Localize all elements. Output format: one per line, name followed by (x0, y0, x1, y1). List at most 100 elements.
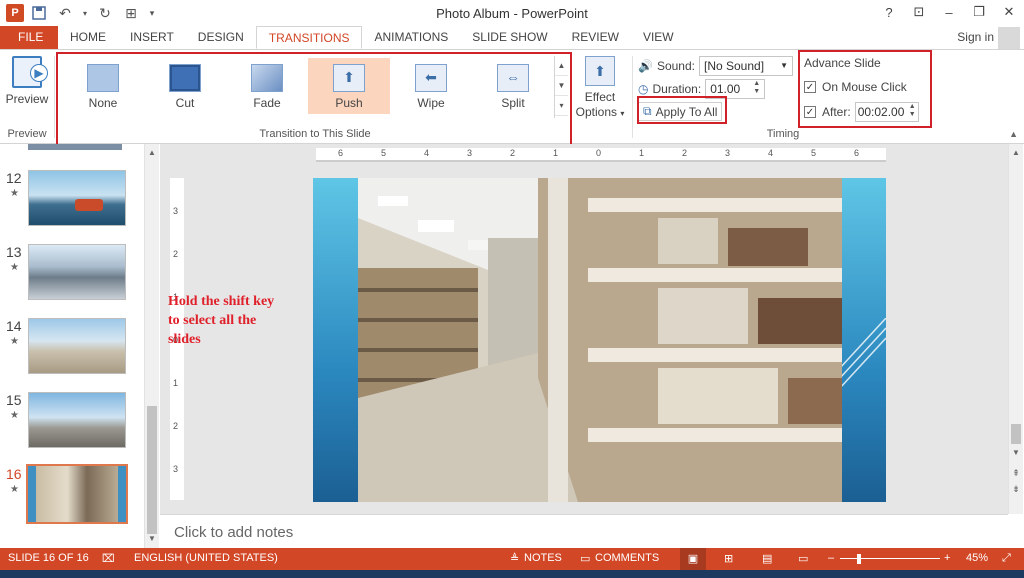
annotation-line: Hold the shift key (168, 294, 275, 309)
transition-none[interactable]: None (62, 58, 144, 114)
after-checkbox[interactable]: ✓ (804, 106, 816, 118)
on-mouse-click-label: On Mouse Click (822, 80, 907, 94)
tab-view[interactable]: VIEW (631, 26, 686, 49)
notes-pane[interactable]: Click to add notes (160, 514, 1008, 548)
scroll-down-icon[interactable]: ▼ (1009, 446, 1023, 460)
transition-push-icon: ⬆ (333, 64, 365, 92)
zoom-slider-track[interactable] (840, 558, 940, 559)
zoom-slider-thumb[interactable] (857, 554, 861, 564)
sound-dropdown[interactable]: [No Sound] ▼ (699, 56, 793, 76)
minimize-button[interactable]: – (934, 0, 964, 24)
collapse-ribbon-icon[interactable]: ▲ (1009, 129, 1018, 139)
status-bar: SLIDE 16 OF 16 ⌧ ENGLISH (UNITED STATES)… (0, 548, 1024, 570)
zoom-out-button[interactable]: – (828, 552, 834, 564)
ruler-tick-label: 1 (553, 148, 559, 158)
gallery-more-icon[interactable]: ▾ (555, 96, 568, 116)
help-button[interactable]: ? (874, 0, 904, 24)
transition-label: Cut (175, 96, 195, 110)
next-slide-icon[interactable]: ⇟ (1009, 482, 1023, 496)
reading-view-icon[interactable]: ▤ (762, 552, 772, 565)
ruler-tick-label: 3 (173, 464, 179, 474)
slide-thumbnail-image (28, 170, 126, 226)
thumbnail-slide-13[interactable]: 13 ★ (4, 244, 144, 304)
scroll-thumb[interactable] (1011, 424, 1021, 444)
transition-fade[interactable]: Fade (226, 58, 308, 114)
sign-in-link[interactable]: Sign in (957, 30, 994, 44)
close-button[interactable]: ✕ (994, 0, 1024, 24)
on-mouse-click-checkbox[interactable]: ✓ (804, 81, 816, 93)
tab-insert[interactable]: INSERT (118, 26, 186, 49)
preview-group-label: Preview (7, 128, 47, 140)
notes-button[interactable]: NOTES (524, 552, 562, 564)
transition-cut-icon (169, 64, 201, 92)
scroll-up-icon[interactable]: ▲ (145, 146, 159, 160)
apply-to-all-button[interactable]: ⧉ Apply To All (638, 102, 723, 121)
tab-transitions[interactable]: TRANSITIONS (255, 26, 363, 49)
annotation-line: slides (168, 332, 201, 347)
gallery-up-icon[interactable]: ▲ (555, 56, 568, 76)
normal-view-icon[interactable]: ▣ (680, 548, 706, 570)
comments-button[interactable]: COMMENTS (595, 552, 659, 564)
zoom-level[interactable]: 45% (966, 552, 988, 564)
tab-review[interactable]: REVIEW (560, 26, 631, 49)
effect-options-label: Effect (584, 90, 616, 104)
on-mouse-click-row: ✓ On Mouse Click (804, 80, 930, 94)
fit-to-window-icon[interactable]: ⤢ (1002, 552, 1011, 565)
thumbnail-scrollbar[interactable]: ▲ ▼ (144, 144, 159, 548)
advance-slide-title: Advance Slide (804, 56, 881, 70)
duration-field[interactable]: 01.00 ▲ ▼ (705, 79, 766, 99)
transition-gallery: None Cut Fade ⬆ Push ⬅ Wipe ⇔ Split (62, 58, 554, 120)
tab-design[interactable]: DESIGN (186, 26, 256, 49)
previous-thumbnail-fragment[interactable] (28, 144, 122, 150)
transition-split[interactable]: ⇔ Split (472, 58, 554, 114)
tab-slide-show[interactable]: SLIDE SHOW (460, 26, 559, 49)
ruler-tick-label: 3 (173, 206, 179, 216)
thumbnail-slide-12[interactable]: 12 ★ (4, 170, 144, 230)
slide-photo-pharmacy-shelves[interactable] (358, 178, 842, 502)
tab-file[interactable]: FILE (0, 26, 58, 49)
ribbon-tabs: FILE HOME INSERT DESIGN TRANSITIONS ANIM… (0, 26, 1024, 49)
notes-icon: ≜ (510, 553, 520, 565)
spelling-check-icon[interactable]: ⌧ (102, 552, 115, 565)
thumbnail-slide-14[interactable]: 14 ★ (4, 318, 144, 378)
thumbnail-slide-16[interactable]: 16 ★ (4, 464, 144, 526)
scroll-thumb[interactable] (147, 406, 157, 534)
ruler-tick-label: 2 (173, 249, 179, 259)
tab-home[interactable]: HOME (58, 26, 118, 49)
duration-spinner-icon[interactable]: ▲ ▼ (753, 80, 760, 98)
gallery-scrollbar[interactable]: ▲ ▼ ▾ (554, 56, 568, 118)
restore-button[interactable]: ❐ (964, 0, 994, 24)
after-label: After: (822, 105, 851, 119)
editor-scrollbar[interactable]: ▲ ▼ ⇞ ⇟ (1008, 144, 1023, 514)
ribbon-display-options-button[interactable]: ⊡ (904, 0, 934, 24)
slide-show-icon[interactable]: ▭ (798, 552, 808, 565)
transition-star-icon: ★ (10, 336, 19, 347)
preview-button[interactable]: Preview (4, 56, 50, 106)
horizontal-ruler: 6 5 4 3 2 1 0 1 2 3 4 5 6 (316, 148, 886, 162)
tab-animations[interactable]: ANIMATIONS (362, 26, 460, 49)
transition-push[interactable]: ⬆ Push (308, 58, 390, 114)
advance-slide-group: Advance Slide ✓ On Mouse Click ✓ After: … (804, 56, 930, 122)
sound-label: Sound: (656, 59, 695, 73)
zoom-in-button[interactable]: + (944, 552, 950, 564)
duration-value: 01.00 (710, 82, 741, 96)
thumbnail-slide-15[interactable]: 15 ★ (4, 392, 144, 452)
apply-row: ⧉ Apply To All (638, 102, 723, 121)
gallery-down-icon[interactable]: ▼ (555, 76, 568, 96)
slide-thumbnail-image (28, 318, 126, 374)
slide-count: SLIDE 16 OF 16 (8, 552, 89, 564)
avatar[interactable] (998, 27, 1020, 49)
ruler-tick-label: 5 (811, 148, 817, 158)
slide-sorter-icon[interactable]: ⊞ (724, 552, 733, 565)
transition-cut[interactable]: Cut (144, 58, 226, 114)
scroll-down-icon[interactable]: ▼ (145, 532, 159, 546)
language-indicator[interactable]: ENGLISH (UNITED STATES) (134, 552, 278, 564)
scroll-up-icon[interactable]: ▲ (1009, 146, 1023, 160)
after-time-field[interactable]: 00:02.00 ▲ ▼ (854, 102, 919, 122)
after-spinner-icon[interactable]: ▲ ▼ (909, 103, 916, 121)
timing-group-label: Timing (766, 128, 800, 140)
transition-wipe[interactable]: ⬅ Wipe (390, 58, 472, 114)
previous-slide-icon[interactable]: ⇞ (1009, 466, 1023, 480)
sound-value: [No Sound] (704, 59, 765, 73)
effect-options-button[interactable]: ⬆ Effect Options ▾ (572, 56, 628, 121)
